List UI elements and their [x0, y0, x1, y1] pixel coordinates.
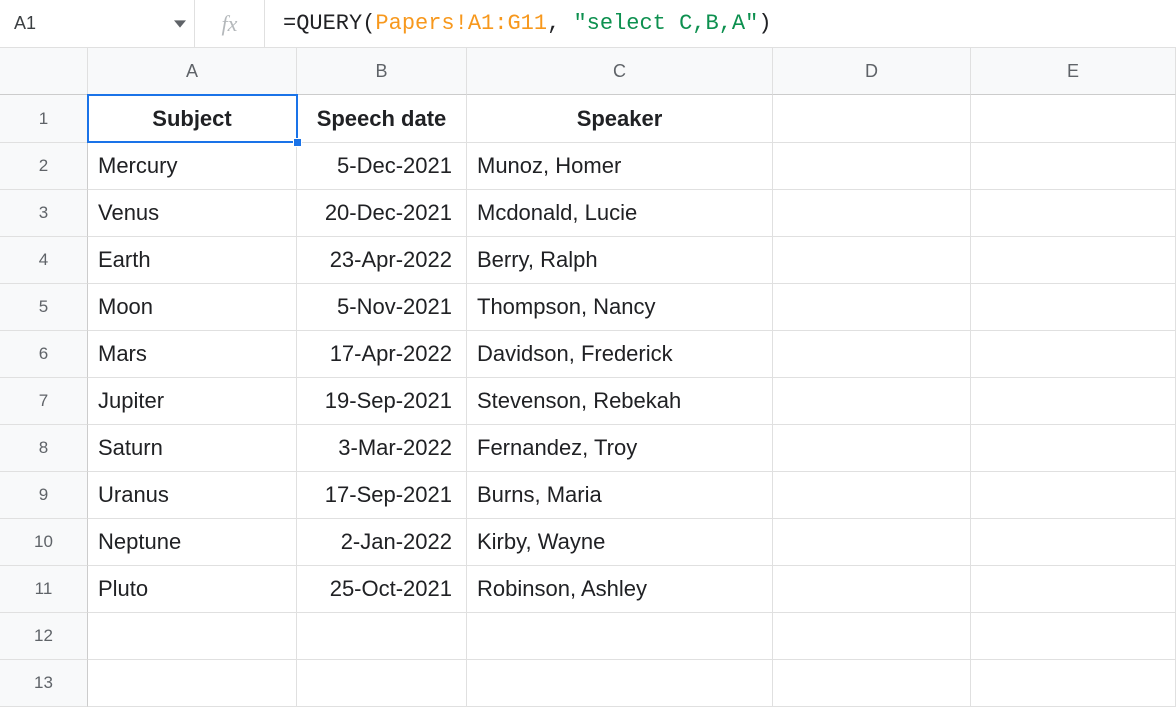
cell-e10[interactable]	[971, 519, 1176, 566]
cell-a2[interactable]: Mercury	[88, 143, 297, 190]
cell-c10[interactable]: Kirby, Wayne	[467, 519, 773, 566]
row-header[interactable]: 12	[0, 613, 88, 660]
row-header[interactable]: 1	[0, 95, 88, 143]
cell-a11[interactable]: Pluto	[88, 566, 297, 613]
cell-b7[interactable]: 19-Sep-2021	[297, 378, 467, 425]
cell-d2[interactable]	[773, 143, 971, 190]
cell-e12[interactable]	[971, 613, 1176, 660]
cell-a12[interactable]	[88, 613, 297, 660]
cell-b13[interactable]	[297, 660, 467, 707]
row-header[interactable]: 3	[0, 190, 88, 237]
cell-reference: A1	[14, 13, 36, 34]
cell-d13[interactable]	[773, 660, 971, 707]
cell-d7[interactable]	[773, 378, 971, 425]
cell-e1[interactable]	[971, 95, 1176, 143]
select-all-corner[interactable]	[0, 48, 88, 95]
formula-bar: A1 fx =QUERY(Papers!A1:G11, "select C,B,…	[0, 0, 1176, 48]
row-header[interactable]: 10	[0, 519, 88, 566]
cell-e13[interactable]	[971, 660, 1176, 707]
formula-comma: ,	[547, 11, 573, 36]
formula-paren-close: )	[758, 11, 771, 36]
cell-a10[interactable]: Neptune	[88, 519, 297, 566]
cell-e2[interactable]	[971, 143, 1176, 190]
cell-c5[interactable]: Thompson, Nancy	[467, 284, 773, 331]
cell-d8[interactable]	[773, 425, 971, 472]
cell-c4[interactable]: Berry, Ralph	[467, 237, 773, 284]
cell-e4[interactable]	[971, 237, 1176, 284]
row-header[interactable]: 11	[0, 566, 88, 613]
row-header[interactable]: 9	[0, 472, 88, 519]
cell-b6[interactable]: 17-Apr-2022	[297, 331, 467, 378]
cell-a7[interactable]: Jupiter	[88, 378, 297, 425]
cell-c13[interactable]	[467, 660, 773, 707]
cell-d5[interactable]	[773, 284, 971, 331]
cell-e9[interactable]	[971, 472, 1176, 519]
cell-d6[interactable]	[773, 331, 971, 378]
col-header-e[interactable]: E	[971, 48, 1176, 95]
formula-input[interactable]: =QUERY(Papers!A1:G11, "select C,B,A")	[265, 11, 1176, 36]
cell-a13[interactable]	[88, 660, 297, 707]
col-header-d[interactable]: D	[773, 48, 971, 95]
cell-d4[interactable]	[773, 237, 971, 284]
spreadsheet-grid: A B C D E 1 Subject Speech date Speaker …	[0, 48, 1176, 707]
col-header-c[interactable]: C	[467, 48, 773, 95]
row-header[interactable]: 8	[0, 425, 88, 472]
cell-a3[interactable]: Venus	[88, 190, 297, 237]
cell-d9[interactable]	[773, 472, 971, 519]
cell-c6[interactable]: Davidson, Frederick	[467, 331, 773, 378]
cell-e7[interactable]	[971, 378, 1176, 425]
cell-d3[interactable]	[773, 190, 971, 237]
cell-b5[interactable]: 5-Nov-2021	[297, 284, 467, 331]
formula-range: Papers!A1:G11	[375, 11, 547, 36]
col-header-a[interactable]: A	[88, 48, 297, 95]
row-header[interactable]: 2	[0, 143, 88, 190]
row-header[interactable]: 7	[0, 378, 88, 425]
cell-a5[interactable]: Moon	[88, 284, 297, 331]
cell-d12[interactable]	[773, 613, 971, 660]
cell-d10[interactable]	[773, 519, 971, 566]
cell-b8[interactable]: 3-Mar-2022	[297, 425, 467, 472]
cell-a6[interactable]: Mars	[88, 331, 297, 378]
cell-b4[interactable]: 23-Apr-2022	[297, 237, 467, 284]
cell-a4[interactable]: Earth	[88, 237, 297, 284]
row-header[interactable]: 6	[0, 331, 88, 378]
cell-b2[interactable]: 5-Dec-2021	[297, 143, 467, 190]
cell-e3[interactable]	[971, 190, 1176, 237]
cell-b10[interactable]: 2-Jan-2022	[297, 519, 467, 566]
cell-d1[interactable]	[773, 95, 971, 143]
cell-c7[interactable]: Stevenson, Rebekah	[467, 378, 773, 425]
cell-a9[interactable]: Uranus	[88, 472, 297, 519]
col-header-b[interactable]: B	[297, 48, 467, 95]
cell-c3[interactable]: Mcdonald, Lucie	[467, 190, 773, 237]
name-box[interactable]: A1	[0, 0, 195, 47]
cell-e5[interactable]	[971, 284, 1176, 331]
fx-icon: fx	[195, 0, 265, 47]
cell-e11[interactable]	[971, 566, 1176, 613]
row-header[interactable]: 5	[0, 284, 88, 331]
cell-a8[interactable]: Saturn	[88, 425, 297, 472]
cell-a1[interactable]: Subject	[88, 95, 297, 143]
dropdown-icon[interactable]	[174, 18, 186, 30]
cell-d11[interactable]	[773, 566, 971, 613]
cell-c8[interactable]: Fernandez, Troy	[467, 425, 773, 472]
row-header[interactable]: 13	[0, 660, 88, 707]
cell-b1[interactable]: Speech date	[297, 95, 467, 143]
cell-c1[interactable]: Speaker	[467, 95, 773, 143]
cell-b12[interactable]	[297, 613, 467, 660]
formula-func: =QUERY	[283, 11, 362, 36]
cell-c9[interactable]: Burns, Maria	[467, 472, 773, 519]
cell-c12[interactable]	[467, 613, 773, 660]
cell-b3[interactable]: 20-Dec-2021	[297, 190, 467, 237]
cell-b9[interactable]: 17-Sep-2021	[297, 472, 467, 519]
row-header[interactable]: 4	[0, 237, 88, 284]
cell-c2[interactable]: Munoz, Homer	[467, 143, 773, 190]
cell-c11[interactable]: Robinson, Ashley	[467, 566, 773, 613]
formula-paren-open: (	[362, 11, 375, 36]
formula-string: "select C,B,A"	[573, 11, 758, 36]
cell-e6[interactable]	[971, 331, 1176, 378]
cell-b11[interactable]: 25-Oct-2021	[297, 566, 467, 613]
cell-e8[interactable]	[971, 425, 1176, 472]
